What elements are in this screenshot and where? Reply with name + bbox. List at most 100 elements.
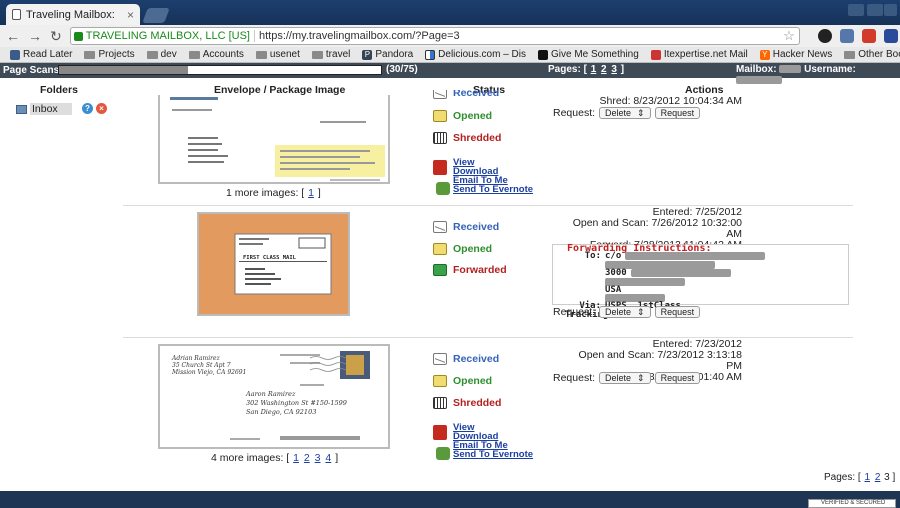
browser-tab[interactable]: Traveling Mailbox: × <box>6 4 140 25</box>
opened-envelope-icon <box>433 110 447 122</box>
more-image-link[interactable]: 2 <box>304 452 310 464</box>
window-extension-icon[interactable] <box>839 29 854 43</box>
request-type-select[interactable]: Delete ⇕ <box>599 306 651 318</box>
envelope-scan-3-image: Adrian Ramirez 35 Church St Apt 7 Missio… <box>160 346 388 447</box>
envelope-icon <box>433 353 447 365</box>
folder-inbox[interactable]: Inbox <box>16 103 72 115</box>
forward-arrow-icon[interactable]: → <box>28 28 42 44</box>
address-bar[interactable]: TRAVELING MAILBOX, LLC [US] https://my.t… <box>69 27 800 45</box>
status-opened-2: Opened <box>433 243 492 255</box>
send-to-evernote-link[interactable]: Send To Evernote <box>453 185 533 195</box>
pdf-icon <box>433 160 447 175</box>
hacker-news-icon: Y <box>759 49 770 60</box>
request-row-3: Request: Delete ⇕ Request <box>553 372 701 384</box>
request-button[interactable]: Request <box>654 372 701 384</box>
status-forwarded-2: Forwarded <box>433 264 507 276</box>
bookmark-read-later[interactable]: Read Later <box>6 49 76 60</box>
close-window-icon[interactable] <box>884 4 897 16</box>
bookmark-pandora[interactable]: P Pandora <box>358 49 417 60</box>
envelope-scan-3[interactable]: Adrian Ramirez 35 Church St Apt 7 Missio… <box>158 344 390 449</box>
delete-folder-icon[interactable]: × <box>96 103 107 114</box>
item-divider <box>123 337 853 338</box>
bookmark-folder-travel[interactable]: travel <box>308 49 354 60</box>
redacted-address <box>630 268 731 277</box>
other-bookmarks[interactable]: Other Bookmarks <box>840 49 900 60</box>
maximize-window-icon[interactable] <box>867 4 883 16</box>
bookmark-folder-dev[interactable]: dev <box>143 49 181 60</box>
flag-extension-icon[interactable] <box>883 29 898 43</box>
browser-tab-strip: Traveling Mailbox: × <box>0 0 900 25</box>
evernote-icon <box>436 447 450 460</box>
bookmark-give-me-something[interactable]: Give Me Something <box>534 49 643 60</box>
request-button[interactable]: Request <box>654 107 701 119</box>
help-icon[interactable]: ? <box>82 103 93 114</box>
status-received-1: Received <box>433 90 499 99</box>
folder-icon <box>844 50 856 59</box>
request-type-select[interactable]: Delete ⇕ <box>599 372 651 384</box>
page-footer <box>0 491 900 508</box>
page-scans-label: Page Scans: <box>3 65 63 76</box>
bookmark-hacker-news[interactable]: Y Hacker News <box>756 49 836 60</box>
page-scans-count: (30/75) <box>386 64 418 75</box>
top-pagination: Pages: [ 1 2 3 ] <box>548 64 625 75</box>
top-page-link-1[interactable]: 1 <box>591 64 597 75</box>
new-tab-button[interactable] <box>142 8 170 23</box>
pandora-icon: P <box>362 49 373 60</box>
back-arrow-icon[interactable]: ← <box>6 28 20 44</box>
redacted-address <box>625 252 766 260</box>
more-image-link[interactable]: 3 <box>315 452 321 464</box>
open-scan-date: Open and Scan: 7/26/2012 10:32:00 AM <box>572 217 742 240</box>
sender-name-text: Adrian Ramirez <box>171 355 221 362</box>
column-header-folders: Folders <box>40 84 78 96</box>
ev-certificate-badge[interactable]: TRAVELING MAILBOX, LLC [US] <box>73 30 255 42</box>
bookmark-folder-projects[interactable]: Projects <box>80 49 138 60</box>
bookmark-folder-usenet[interactable]: usenet <box>252 49 304 60</box>
more-image-link[interactable]: 1 <box>308 187 314 199</box>
request-button[interactable]: Request <box>654 306 701 318</box>
bookmark-delicious[interactable]: Delicious.com – Dis <box>421 49 530 60</box>
evernote-icon <box>436 182 450 195</box>
status-received-2: Received <box>433 221 499 233</box>
select-arrows-icon: ⇕ <box>637 306 645 317</box>
bookmark-itexpertise-mail[interactable]: Itexpertise.net Mail <box>647 49 752 60</box>
request-type-select[interactable]: Delete ⇕ <box>599 107 651 119</box>
item-divider <box>123 205 853 206</box>
opened-envelope-icon <box>433 375 447 387</box>
recipient-street-text: 302 Washington St #150-1599 <box>246 399 347 407</box>
envelope-scan-1-image <box>160 95 388 182</box>
bottom-page-link-2[interactable]: 2 <box>875 472 881 483</box>
security-seal[interactable]: VERIFIED & SECURED <box>808 499 896 508</box>
bookmark-star-icon[interactable]: ☆ <box>783 28 795 44</box>
bottom-pagination: Pages: [ 1 2 3 ] <box>824 472 896 483</box>
send-to-evernote-link[interactable]: Send To Evernote <box>453 450 533 460</box>
sender-city-text: Mission Viejo, CA 92691 <box>171 369 246 376</box>
top-page-link-3[interactable]: 3 <box>611 64 617 75</box>
site-status-bar: Page Scans: (30/75) Pages: [ 1 2 3 ] Mai… <box>0 63 900 85</box>
request-label: Request: <box>553 372 596 384</box>
more-images-1: 1 more images: [ 1 ] <box>226 187 321 199</box>
close-tab-icon[interactable]: × <box>127 8 134 22</box>
redacted-mailbox <box>779 65 802 74</box>
bottom-page-link-1[interactable]: 1 <box>864 472 870 483</box>
reload-icon[interactable]: ↻ <box>50 28 62 45</box>
envelope-scan-1[interactable] <box>158 95 390 184</box>
more-image-link[interactable]: 1 <box>293 452 299 464</box>
more-image-link[interactable]: 4 <box>325 452 331 464</box>
bookmark-folder-accounts[interactable]: Accounts <box>185 49 248 60</box>
request-label: Request: <box>553 306 596 318</box>
minimize-window-icon[interactable] <box>848 4 864 16</box>
page-favicon-icon <box>12 9 21 20</box>
opened-envelope-icon <box>433 243 447 255</box>
inbox-label: Inbox <box>30 103 72 115</box>
package-label-text: FIRST CLASS MAIL <box>243 255 297 261</box>
status-shredded-3: Shredded <box>433 397 501 409</box>
folder-icon <box>255 50 267 59</box>
pdf-icon <box>433 425 447 440</box>
ev-organization-name: TRAVELING MAILBOX, LLC [US] <box>85 30 250 42</box>
top-page-link-2[interactable]: 2 <box>601 64 607 75</box>
package-scan-2[interactable]: FIRST CLASS MAIL <box>197 212 350 316</box>
lastpass-extension-icon[interactable] <box>861 29 876 43</box>
request-row-2: Request: Delete ⇕ Request <box>553 306 701 318</box>
hat-extension-icon[interactable] <box>817 29 832 43</box>
open-scan-date: Open and Scan: 7/23/2012 3:13:18 PM <box>578 349 742 372</box>
